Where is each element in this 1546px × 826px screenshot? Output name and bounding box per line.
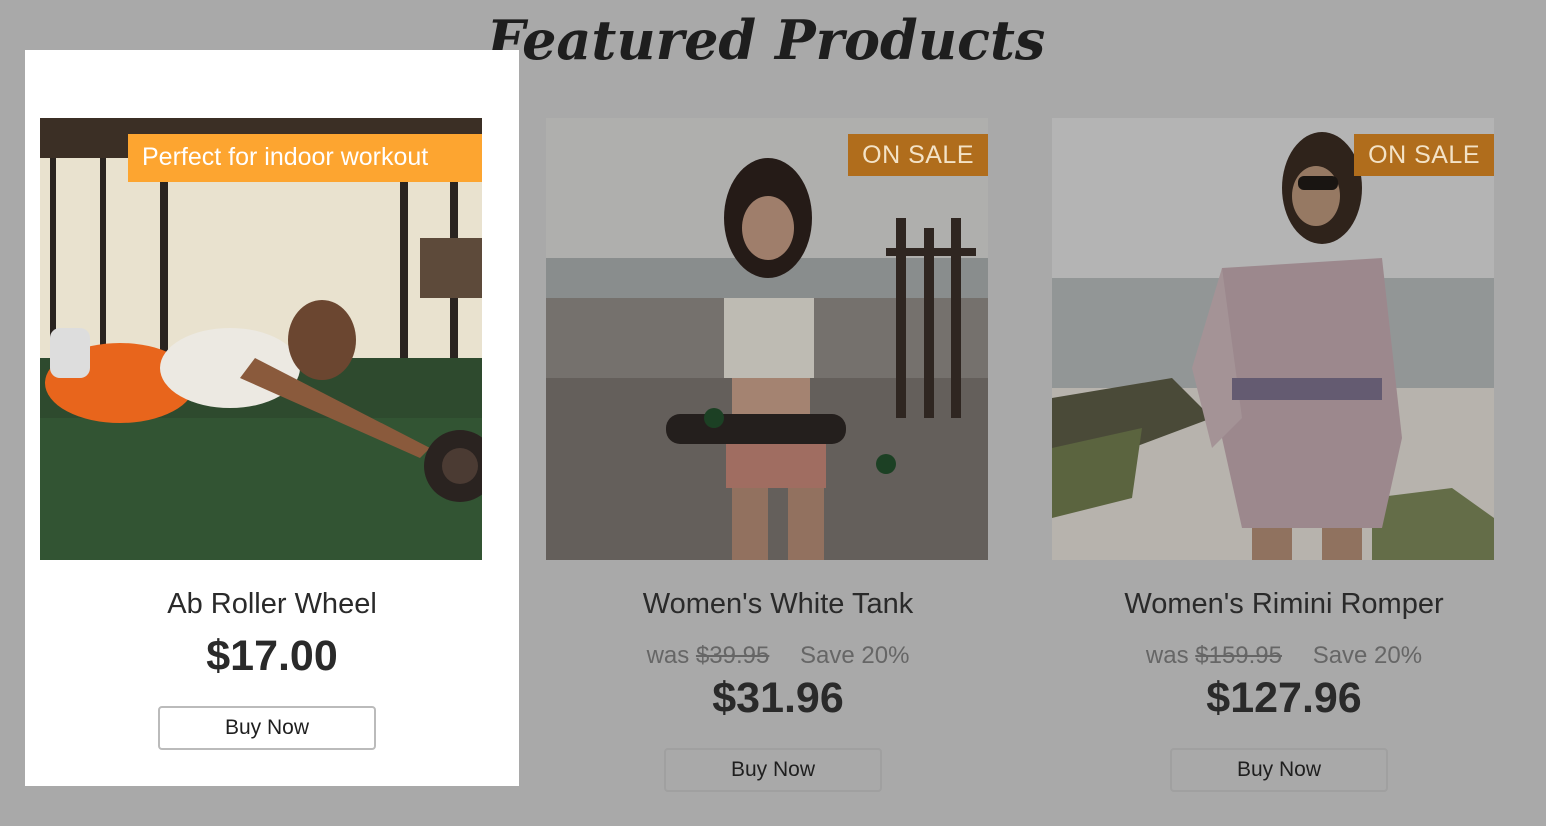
savings-text: Save 20% bbox=[800, 642, 910, 669]
product-card-white-tank: ON SALE Women's White Tank was $39.95 Sa… bbox=[531, 50, 1025, 792]
was-price-row: was $39.95 Save 20% bbox=[531, 642, 1025, 670]
original-price: $159.95 bbox=[1195, 642, 1283, 669]
product-price: $31.96 bbox=[712, 674, 844, 722]
promo-banner: Perfect for indoor workout bbox=[128, 134, 482, 182]
original-price: $39.95 bbox=[695, 642, 770, 669]
product-name[interactable]: Ab Roller Wheel bbox=[25, 588, 519, 621]
product-card-ab-roller: Perfect for indoor workout Ab Roller Whe… bbox=[25, 50, 519, 786]
buy-now-button[interactable]: Buy Now bbox=[158, 706, 376, 750]
gym-workout-photo bbox=[40, 118, 482, 560]
product-image-rimini-romper[interactable]: ON SALE bbox=[1052, 118, 1494, 560]
product-image-ab-roller[interactable]: Perfect for indoor workout bbox=[40, 118, 482, 560]
was-label: was bbox=[1145, 642, 1189, 669]
savings-text: Save 20% bbox=[1312, 642, 1423, 669]
product-price: $127.96 bbox=[1206, 674, 1362, 722]
product-name[interactable]: Women's White Tank bbox=[531, 588, 1025, 621]
product-card-rimini-romper: ON SALE Women's Rimini Romper was $159.9… bbox=[1037, 50, 1531, 792]
product-image-white-tank[interactable]: ON SALE bbox=[546, 118, 988, 560]
product-name[interactable]: Women's Rimini Romper bbox=[1037, 588, 1531, 621]
buy-now-button[interactable]: Buy Now bbox=[664, 748, 882, 792]
on-sale-badge: ON SALE bbox=[848, 134, 988, 176]
was-label: was bbox=[646, 642, 690, 669]
on-sale-badge: ON SALE bbox=[1354, 134, 1494, 176]
was-price-row: was $159.95 Save 20% bbox=[1037, 642, 1531, 670]
product-price: $17.00 bbox=[206, 632, 338, 680]
buy-now-button[interactable]: Buy Now bbox=[1170, 748, 1388, 792]
